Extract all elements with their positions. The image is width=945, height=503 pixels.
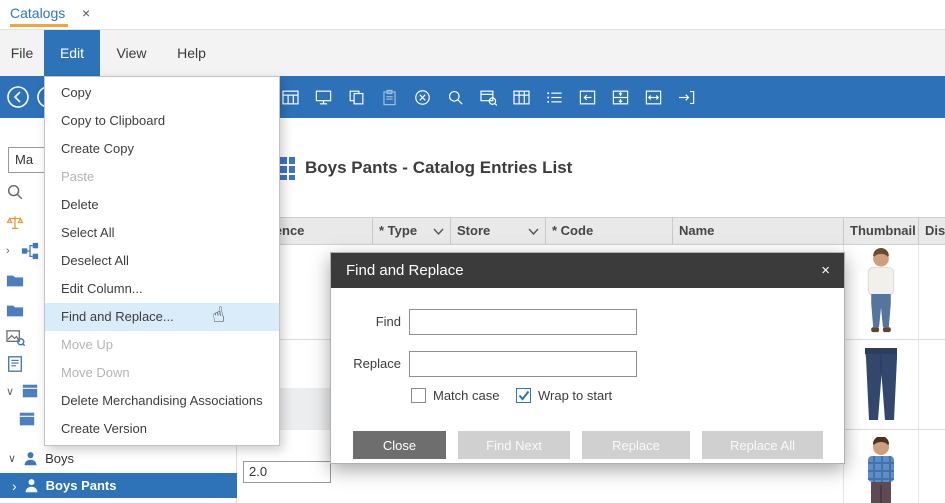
scales-icon[interactable] — [6, 214, 24, 232]
dialog-titlebar[interactable]: Find and Replace × — [331, 253, 844, 288]
table-find-icon[interactable] — [479, 88, 498, 107]
tab-bar: Catalogs × — [0, 0, 945, 30]
find-input[interactable] — [409, 309, 637, 335]
menu-help[interactable]: Help — [163, 30, 220, 76]
back-icon[interactable] — [6, 85, 30, 114]
edit-dropdown-menu: Copy Copy to Clipboard Create Copy Paste… — [44, 76, 280, 446]
remove-icon[interactable] — [413, 88, 432, 107]
chevron-right-icon: › — [12, 478, 17, 494]
checkmark-icon — [518, 390, 530, 401]
chevron-down-icon: ∨ — [8, 452, 16, 465]
thumbnail-boy-plaid-shirt — [856, 437, 906, 503]
column-divider — [918, 245, 919, 503]
find-and-replace-dialog: Find and Replace × Find Replace Match ca… — [330, 252, 845, 464]
replace-input[interactable] — [409, 351, 637, 377]
close-button[interactable]: Close — [353, 431, 446, 459]
toolbar-icon-strip — [281, 76, 696, 118]
menu-item-copy[interactable]: Copy — [45, 79, 279, 107]
match-case-checkbox[interactable] — [411, 388, 426, 403]
menu-view[interactable]: View — [100, 30, 163, 76]
menu-item-paste: Paste — [45, 163, 279, 191]
menu-item-copy-to-clipboard[interactable]: Copy to Clipboard — [45, 107, 279, 135]
menu-edit[interactable]: Edit — [44, 30, 100, 76]
column-header-name[interactable]: Name — [672, 218, 843, 244]
menu-item-select-all[interactable]: Select All — [45, 219, 279, 247]
menu-file[interactable]: File — [0, 30, 44, 76]
application-window: Catalogs × File Edit View Help — [0, 0, 945, 503]
wrap-to-start-checkbox[interactable] — [516, 388, 531, 403]
menu-item-create-version[interactable]: Create Version — [45, 415, 279, 443]
menu-bar: File Edit View Help — [0, 30, 945, 76]
report-icon[interactable] — [6, 355, 24, 373]
tree-item-label: Boys Pants — [46, 478, 117, 493]
menu-item-move-up: Move Up — [45, 331, 279, 359]
monitor-icon[interactable] — [314, 88, 333, 107]
replace-button: Replace — [582, 431, 690, 459]
catalog-node-icon — [22, 450, 39, 467]
catalog-node-icon — [23, 477, 40, 494]
find-next-button: Find Next — [458, 431, 570, 459]
tree-item-label: Boys — [45, 451, 74, 466]
match-case-label: Match case — [433, 387, 499, 404]
wrap-to-start-label: Wrap to start — [538, 387, 612, 404]
active-tab-indicator — [10, 24, 68, 27]
copy-icon[interactable] — [347, 88, 366, 107]
sidebar-search-icon[interactable] — [6, 183, 24, 201]
tree-item-boys-pants[interactable]: › Boys Pants — [0, 473, 237, 498]
folder-icon[interactable] — [6, 302, 24, 320]
replace-all-button: Replace All — [702, 431, 823, 459]
column-header-type[interactable]: * Type — [372, 218, 450, 244]
menu-item-delete-merchandising-associations[interactable]: Delete Merchandising Associations — [45, 387, 279, 415]
menu-item-find-and-replace[interactable]: Find and Replace... — [45, 303, 279, 331]
chevron-right-icon: › — [6, 245, 16, 257]
paste-icon[interactable] — [380, 88, 399, 107]
table-header: Sequence * Type Store * Code Name Thumbn… — [237, 217, 945, 245]
column-header-code[interactable]: * Code — [545, 218, 672, 244]
tab-catalogs[interactable]: Catalogs — [10, 0, 65, 26]
replace-label: Replace — [331, 351, 401, 377]
fit-width-icon[interactable] — [644, 88, 663, 107]
sequence-cell-input[interactable]: 2.0 — [243, 461, 331, 483]
image-search-icon[interactable] — [6, 328, 25, 347]
menu-item-create-copy[interactable]: Create Copy — [45, 135, 279, 163]
list-icon[interactable] — [545, 88, 564, 107]
hierarchy-row[interactable]: › — [6, 242, 39, 260]
page-title: Boys Pants - Catalog Entries List — [305, 155, 572, 181]
sort-chevron-icon[interactable] — [522, 228, 539, 235]
column-header-store[interactable]: Store — [450, 218, 545, 244]
tree-item-boys[interactable]: ∨ Boys — [0, 446, 237, 470]
menu-item-delete[interactable]: Delete — [45, 191, 279, 219]
split-vertical-icon[interactable] — [611, 88, 630, 107]
column-header-display[interactable]: Dis — [918, 218, 945, 244]
chevron-down-icon: ∨ — [6, 385, 16, 398]
thumbnail-dark-jeans — [859, 345, 903, 428]
menu-item-move-down: Move Down — [45, 359, 279, 387]
menu-item-deselect-all[interactable]: Deselect All — [45, 247, 279, 275]
find-label: Find — [331, 309, 401, 335]
thumbnail-boy-white-shirt-jeans — [855, 248, 907, 341]
dialog-close-icon[interactable]: × — [821, 253, 830, 288]
table-icon[interactable] — [281, 88, 300, 107]
catalog-icon[interactable] — [18, 410, 36, 428]
import-icon[interactable] — [578, 88, 597, 107]
menu-item-edit-column[interactable]: Edit Column... — [45, 275, 279, 303]
tab-close-icon[interactable]: × — [82, 0, 90, 26]
folder-icon[interactable] — [6, 272, 24, 290]
sort-chevron-icon[interactable] — [427, 228, 444, 235]
column-header-thumbnail[interactable]: Thumbnail — [843, 218, 918, 244]
find-icon[interactable] — [446, 88, 465, 107]
table-columns-icon[interactable] — [512, 88, 531, 107]
catalog-row[interactable]: ∨ — [6, 382, 39, 400]
go-to-icon[interactable] — [677, 88, 696, 107]
dialog-title: Find and Replace — [346, 253, 464, 288]
